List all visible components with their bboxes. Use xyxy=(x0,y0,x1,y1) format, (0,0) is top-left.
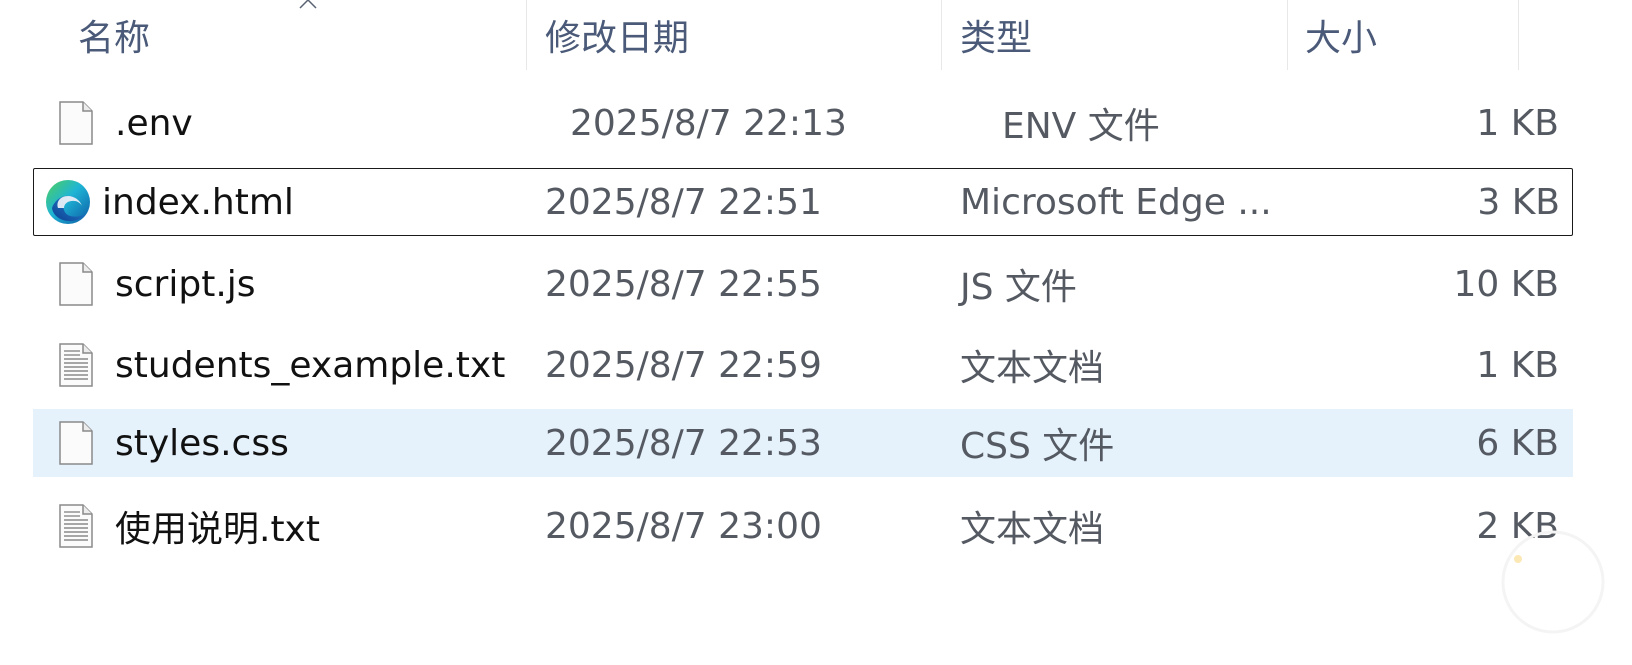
file-name-cell: styles.css xyxy=(51,409,289,477)
file-name: script.js xyxy=(115,263,256,305)
file-size: 3 KB xyxy=(1477,181,1560,223)
column-divider[interactable] xyxy=(1287,0,1288,70)
blank-file-icon xyxy=(51,98,101,148)
column-divider[interactable] xyxy=(1518,0,1519,70)
file-name-cell: 使用说明.txt xyxy=(51,492,320,560)
file-size: 1 KB xyxy=(1476,344,1559,386)
file-size: 10 KB xyxy=(1453,263,1559,305)
file-size: 6 KB xyxy=(1476,422,1559,464)
file-name: students_example.txt xyxy=(115,344,506,386)
column-header-type[interactable]: 类型 xyxy=(960,0,1286,70)
file-size: 1 KB xyxy=(1476,102,1559,144)
file-row[interactable]: styles.css 2025/8/7 22:53 CSS 文件 6 KB xyxy=(33,409,1573,477)
file-type: Microsoft Edge ... xyxy=(960,181,1272,223)
file-row[interactable]: students_example.txt 2025/8/7 22:59 文本文档… xyxy=(33,331,1573,399)
file-name: styles.css xyxy=(115,422,289,464)
column-header-name-label: 名称 xyxy=(78,18,151,59)
column-header-size[interactable]: 大小 xyxy=(1305,0,1517,70)
file-type: CSS 文件 xyxy=(960,426,1115,467)
column-header-bar: 名称 修改日期 类型 大小 xyxy=(0,0,1632,70)
file-type: JS 文件 xyxy=(960,267,1077,308)
file-row[interactable]: .env 2025/8/7 22:13 ENV 文件 1 KB xyxy=(33,89,1573,157)
blank-file-icon xyxy=(51,259,101,309)
file-explorer-details-view: 名称 修改日期 类型 大小 .env 2025/8/7 22:13 ENV 文件… xyxy=(0,0,1632,665)
file-name: index.html xyxy=(102,181,294,223)
file-type: ENV 文件 xyxy=(1002,106,1160,147)
column-divider[interactable] xyxy=(526,0,527,70)
file-row[interactable]: index.html 2025/8/7 22:51 Microsoft Edge… xyxy=(33,168,1573,236)
text-file-icon xyxy=(51,501,101,551)
file-date: 2025/8/7 23:00 xyxy=(545,505,822,547)
column-header-date-label: 修改日期 xyxy=(545,18,690,59)
file-row[interactable]: 使用说明.txt 2025/8/7 23:00 文本文档 2 KB xyxy=(33,492,1573,560)
column-header-date[interactable]: 修改日期 xyxy=(545,0,940,70)
file-type: 文本文档 xyxy=(960,509,1105,550)
text-file-icon xyxy=(51,340,101,390)
file-date: 2025/8/7 22:59 xyxy=(545,344,822,386)
file-date: 2025/8/7 22:13 xyxy=(570,102,847,144)
file-date: 2025/8/7 22:53 xyxy=(545,422,822,464)
watermark-icon xyxy=(1501,530,1605,634)
file-name-cell: script.js xyxy=(51,250,256,318)
blank-file-icon xyxy=(51,418,101,468)
chevron-up-icon[interactable] xyxy=(298,0,318,10)
file-date: 2025/8/7 22:51 xyxy=(545,181,822,223)
microsoft-edge-icon xyxy=(43,177,93,227)
column-header-size-label: 大小 xyxy=(1305,18,1378,59)
file-name-cell: index.html xyxy=(43,169,294,235)
file-name: .env xyxy=(115,102,193,144)
file-date: 2025/8/7 22:55 xyxy=(545,263,822,305)
column-divider[interactable] xyxy=(941,0,942,70)
file-row[interactable]: script.js 2025/8/7 22:55 JS 文件 10 KB xyxy=(33,250,1573,318)
file-name: 使用说明.txt xyxy=(115,509,320,550)
file-name-cell: .env xyxy=(51,89,193,157)
column-header-type-label: 类型 xyxy=(960,18,1033,59)
file-name-cell: students_example.txt xyxy=(51,331,505,399)
column-header-name[interactable]: 名称 xyxy=(78,0,526,70)
file-type: 文本文档 xyxy=(960,348,1105,389)
